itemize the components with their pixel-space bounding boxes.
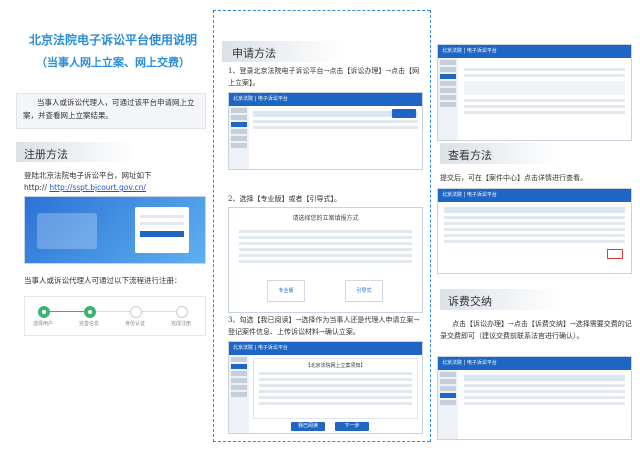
mode-dialog-screenshot: 请选择您的立案填报方式 专业版 引导式 [228,207,423,313]
register-heading: 注册方法 [24,148,68,161]
illustration [37,213,97,249]
step-3-dot [130,306,142,318]
step-3-label: 身份认证 [124,321,145,327]
fee-screenshot: 北京法院 | 电子诉讼平台 [437,356,632,440]
divider-right [430,10,431,442]
frame-bottom [213,441,430,442]
page-title: 北京法院电子诉讼平台使用说明 [28,33,197,47]
option-guide: 引导式 [345,280,383,302]
case-center-screenshot: 北京法院 | 电子诉讼平台 [437,188,632,274]
register-text: 登陆北京法院电子诉讼平台，网址如下 [24,171,152,180]
option-pro: 专业版 [267,280,305,302]
view-heading: 查看方法 [448,149,492,162]
agree-button: 我已阅读 [291,422,325,431]
step-1-label: 选择用户 [32,321,53,327]
form-screenshot: 北京法院 | 电子诉讼平台 [437,44,632,141]
login-panel [135,207,189,253]
frame-top [213,10,430,11]
page-subtitle: （当事人网上立案、网上交费） [36,56,190,69]
flow-text: 当事人或诉讼代理人可通过以下流程进行注册： [24,276,182,285]
apply-step-1: 1、登录北京法院电子诉讼平台→点击【诉讼办理】→点击【网上立案】。 [228,67,420,87]
detail-highlight [607,249,623,259]
notice-nav: 北京法院 | 电子诉讼平台 [229,342,422,355]
form-nav: 北京法院 | 电子诉讼平台 [438,45,631,58]
notice-screenshot: 北京法院 | 电子诉讼平台 【北京法院网上立案须知】 我已阅读 下一步 [228,341,423,434]
apply-step-2: 2、选择【专业版】或者【引导式】。 [228,195,341,203]
step-1-dot [38,306,50,318]
step-2-dot [84,306,96,318]
pay-heading: 诉费交纳 [448,295,492,308]
case-center-nav: 北京法院 | 电子诉讼平台 [438,189,631,202]
notice-title: 【北京法院网上立案须知】 [305,363,366,369]
step-4-label: 完成注册 [170,321,191,327]
step-4-dot [176,306,188,318]
view-text: 提交后，可在【案件中心】点击详情进行查看。 [440,174,587,182]
url-prefix: http:// [24,183,47,192]
login-screenshot [24,196,206,264]
screenshot-nav: 北京法院 | 电子诉讼平台 [229,93,422,106]
step-2-label: 完善信息 [78,321,99,327]
divider-left [213,10,214,442]
dialog-title: 请选择您的立案填报方式 [292,215,359,222]
pay-text: 点击【诉讼办理】→点击【诉费交纳】→选择需要交费的记录交费即可（建议交费前联系法… [440,320,632,340]
url-line: http:// http://sspt.bjcourt.gov.cn/ [24,183,146,192]
intro-box: 当事人或诉讼代理人，可通过该平台申请网上立案，并查看网上立案结果。 [16,93,206,129]
apply-heading: 申请方法 [232,47,276,60]
case-list-screenshot: 北京法院 | 电子诉讼平台 [228,92,423,170]
register-url-link[interactable]: http://sspt.bjcourt.gov.cn/ [49,183,146,192]
fee-nav: 北京法院 | 电子诉讼平台 [438,357,631,370]
apply-step-3: 3、勾选【我已阅读】→选择作为当事人还是代理人申请立案→登记案件信息、上传诉讼材… [228,316,420,336]
next-button: 下一步 [335,422,369,431]
